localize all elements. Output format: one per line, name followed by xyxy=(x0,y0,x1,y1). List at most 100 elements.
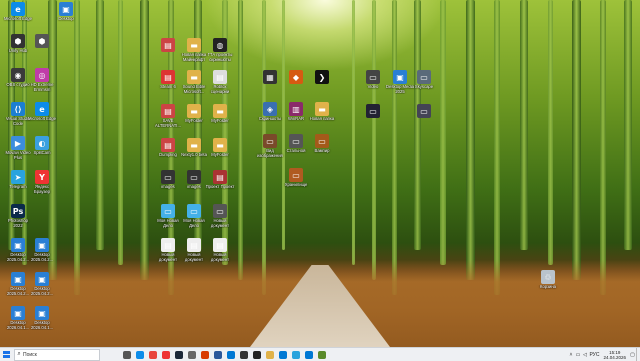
icon-photoshop[interactable]: Ps Photoshop 2022 xyxy=(4,204,32,236)
icon-doc-5[interactable]: ▤ Dumpling xyxy=(154,138,182,170)
icon-desktop-f[interactable]: ▣ Desktop 2026.04.1... xyxy=(28,306,56,338)
taskbar-apps xyxy=(120,348,328,361)
icon-pic-4[interactable]: ▭ Хранилище xyxy=(282,168,310,200)
icon-img-5[interactable]: ▭ Новый документ xyxy=(206,204,234,236)
icon-txt-3[interactable]: ▤ Новый документ xyxy=(206,238,234,270)
taskbar-app-mail[interactable] xyxy=(302,348,315,361)
taskbar-app-telegram[interactable] xyxy=(289,348,302,361)
start-button[interactable] xyxy=(0,348,12,361)
network-icon[interactable]: ▭ xyxy=(574,352,581,358)
bamboo-stalk xyxy=(440,0,446,265)
icon-txt-2[interactable]: ▤ Новый документ xyxy=(180,238,208,270)
icon-folder-1[interactable]: ▬ Новая папка Майнкрафт xyxy=(180,38,208,70)
icon-recycle-bin[interactable]: ♲ Корзина xyxy=(534,270,562,302)
icon-img-4[interactable]: ▭ Моя Новая Дело xyxy=(180,204,208,236)
img-4-icon: ▭ xyxy=(187,204,201,218)
taskbar-app-task-view[interactable] xyxy=(120,348,133,361)
icon-folder-2[interactable]: ▬ Sound Bible Microsoft... xyxy=(180,70,208,102)
icon-pic-1[interactable]: ▭ Вид изображения xyxy=(256,134,284,166)
taskbar-app-store[interactable] xyxy=(224,348,237,361)
desktop-b-icon: ▣ xyxy=(35,238,49,252)
bamboo-stalk xyxy=(372,0,376,280)
icon-folder-3[interactable]: ▬ MyFolder xyxy=(180,104,208,136)
notifications-icon[interactable]: ▢ xyxy=(629,352,636,358)
icon-desktop-b[interactable]: ▣ Desktop 2025.04.2... xyxy=(28,238,56,270)
show-desktop-button[interactable] xyxy=(636,348,640,361)
clock[interactable]: 15:19 24.04.2026 xyxy=(600,350,629,360)
volume-icon[interactable]: ◁ xyxy=(581,352,588,358)
pic-4-icon: ▭ xyxy=(289,168,303,182)
icon-game-2[interactable]: ◆ xyxy=(282,70,310,102)
folder-7-icon: ▬ xyxy=(315,102,329,116)
icon-game-3[interactable]: ❯ xyxy=(308,70,336,102)
icon-folder-4[interactable]: ▬ MyFolder xyxy=(206,104,234,136)
icon-ms-edge[interactable]: e Microsoft Edge xyxy=(4,2,32,34)
taskbar-app-yandex[interactable] xyxy=(159,348,172,361)
icon-unity-2[interactable]: ⬢ xyxy=(28,34,56,66)
telegram-icon: ➤ xyxy=(11,170,25,184)
desktop-icon-label: MyFolder xyxy=(211,119,229,123)
desktop-icon-label: Video xyxy=(367,85,379,89)
desktop-icon-label: Новый документ xyxy=(210,253,230,262)
icon-steam[interactable]: ◍ ГТА проекты скриншоты xyxy=(206,38,234,70)
photos-icon xyxy=(278,350,287,359)
icon-edge-2[interactable]: e Microsoft Edge xyxy=(28,102,56,134)
icon-desktop-top[interactable]: ▣ Desktop xyxy=(52,2,80,34)
edge-2-icon: e xyxy=(35,102,49,116)
img-5-icon: ▭ xyxy=(213,204,227,218)
pic-2-icon: ▭ xyxy=(289,134,303,148)
icon-pic-7[interactable]: ▭ xyxy=(359,104,387,136)
taskbar-app-settings[interactable] xyxy=(185,348,198,361)
desktop-a-icon: ▣ xyxy=(11,238,25,252)
icon-file-3[interactable]: ▤ Roblox сценарии xyxy=(206,70,234,102)
icon-yandex[interactable]: Y Яндекс Браузер xyxy=(28,170,56,202)
steam-icon xyxy=(174,350,183,359)
icon-folder-6[interactable]: ▬ MyFolder xyxy=(206,138,234,170)
icon-pic-2[interactable]: ▭ Стальной xyxy=(282,134,310,166)
icon-splitcam[interactable]: ◐ SplitCam xyxy=(28,136,56,168)
desktop-icon-label: MyFolder xyxy=(211,153,229,157)
desktop-e-icon: ▣ xyxy=(11,306,25,320)
taskbar-app-chrome[interactable] xyxy=(146,348,159,361)
icon-img-2[interactable]: ▭ images xyxy=(180,170,208,202)
icon-img-1[interactable]: ▭ images xyxy=(154,170,182,202)
icon-img-3[interactable]: ▭ Моя Новая Дело xyxy=(154,204,182,236)
icon-app-1[interactable]: ◈ Скриншоты xyxy=(256,102,284,134)
taskbar-app-files[interactable] xyxy=(237,348,250,361)
taskbar-app-notes[interactable] xyxy=(263,348,276,361)
desktop-icon-label: Яндекс Браузер xyxy=(34,185,50,194)
icon-winrar[interactable]: ▥ WinRAR xyxy=(282,102,310,134)
icon-word-2[interactable]: ▤ Steam 6 xyxy=(154,70,182,102)
icon-pic-6[interactable]: ▭ Skyscape xyxy=(410,70,438,102)
taskbar-app-office[interactable] xyxy=(198,348,211,361)
unity-2-icon: ⬢ xyxy=(35,34,49,48)
search-input[interactable]: ⌕ Поиск xyxy=(14,348,100,361)
desktop-icon-label: Desktop 2025.04.2... xyxy=(30,287,54,296)
icon-doc-4[interactable]: ▤ SAVE ALTERNATI... xyxy=(154,104,182,136)
taskbar-app-edge[interactable] xyxy=(133,348,146,361)
icon-pic-3[interactable]: ▭ Вампир xyxy=(308,134,336,166)
icon-folder-5[interactable]: ▬ Nexty1.0 beta xyxy=(180,138,208,170)
icon-proj[interactable]: ▤ Проект Проект xyxy=(206,170,234,202)
icon-hd-ext[interactable]: ◎ HD Extreme Ermmsm xyxy=(28,68,56,100)
icon-pic-5[interactable]: ▭ Video xyxy=(359,70,387,102)
icon-desktop-d[interactable]: ▣ Desktop 2025.04.2... xyxy=(28,272,56,304)
taskbar-app-minecraft[interactable] xyxy=(315,348,328,361)
language-indicator[interactable]: РУС xyxy=(588,352,600,358)
icon-game-1[interactable]: ▦ xyxy=(256,70,284,102)
icon-txt-1[interactable]: ▤ Новый документ xyxy=(154,238,182,270)
chevron-up-icon[interactable]: ˄ xyxy=(567,352,574,358)
word-1-icon: ▤ xyxy=(161,38,175,52)
taskbar-app-photos[interactable] xyxy=(276,348,289,361)
taskbar-app-unity[interactable] xyxy=(250,348,263,361)
desktop-icon-label: Корзина xyxy=(540,285,556,289)
taskbar-app-word[interactable] xyxy=(211,348,224,361)
pic-6-icon: ▭ xyxy=(417,70,431,84)
icon-pic-8[interactable]: ▭ xyxy=(410,104,438,136)
yandex-icon xyxy=(161,350,170,359)
icon-word-1[interactable]: ▤ xyxy=(154,38,182,70)
bamboo-stalk xyxy=(494,0,500,295)
desktop-c-icon: ▣ xyxy=(11,272,25,286)
icon-folder-7[interactable]: ▬ Новая папка xyxy=(308,102,336,134)
taskbar-app-steam[interactable] xyxy=(172,348,185,361)
